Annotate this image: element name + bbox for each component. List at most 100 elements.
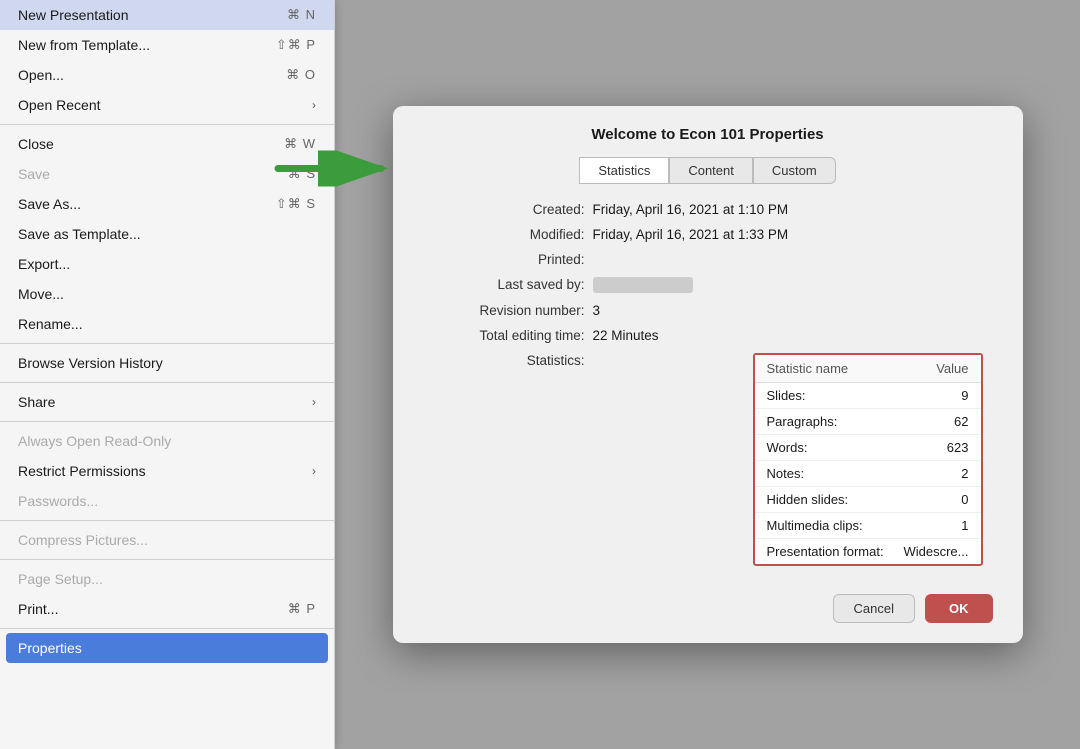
stat-name: Hidden slides:: [767, 492, 849, 507]
menu-item-label: Share: [18, 394, 55, 410]
menu-item-save-as-template[interactable]: Save as Template...: [0, 219, 334, 249]
menu-item-open[interactable]: Open... ⌘ O: [0, 60, 334, 90]
menu-item-move[interactable]: Move...: [0, 279, 334, 309]
stat-name: Notes:: [767, 466, 805, 481]
info-label: Created:: [433, 202, 593, 217]
stat-name: Multimedia clips:: [767, 518, 863, 533]
info-label: Revision number:: [433, 303, 593, 318]
info-value: [593, 277, 693, 293]
stat-value: 1: [961, 518, 968, 533]
menu-item-new-presentation[interactable]: New Presentation ⌘ N: [0, 0, 334, 30]
menu-item-browse-version-history[interactable]: Browse Version History: [0, 348, 334, 378]
properties-dialog: Welcome to Econ 101 Properties Statistic…: [393, 106, 1023, 643]
menu-item-label: Open...: [18, 67, 64, 83]
menu-item-open-recent[interactable]: Open Recent ›: [0, 90, 334, 120]
menu-item-save-as[interactable]: Save As... ⇧⌘ S: [0, 189, 334, 219]
menu-item-label: Browse Version History: [18, 355, 163, 371]
stats-table-row: Presentation format: Widescre...: [755, 539, 981, 564]
menu-item-label: New from Template...: [18, 37, 150, 53]
chevron-right-icon: ›: [312, 395, 316, 409]
menu-shortcut: ⇧⌘ S: [276, 196, 316, 212]
stat-value: 9: [961, 388, 968, 403]
menu-shortcut: ⇧⌘ P: [276, 37, 316, 53]
info-value: Friday, April 16, 2021 at 1:10 PM: [593, 202, 789, 217]
menu-item-page-setup: Page Setup...: [0, 564, 334, 594]
info-row: Printed:: [433, 252, 983, 267]
menu-item-label: Page Setup...: [18, 571, 103, 587]
menu-item-new-from-template[interactable]: New from Template... ⇧⌘ P: [0, 30, 334, 60]
menu-item-label: Save as Template...: [18, 226, 141, 242]
tab-content[interactable]: Content: [669, 157, 753, 184]
menu-item-label: Rename...: [18, 316, 83, 332]
stats-table-row: Hidden slides: 0: [755, 487, 981, 513]
dialog-buttons: Cancel OK: [393, 576, 1023, 623]
stats-col-value: Value: [936, 361, 968, 376]
stat-name: Slides:: [767, 388, 806, 403]
menu-item-passwords: Passwords...: [0, 486, 334, 516]
cancel-button[interactable]: Cancel: [833, 594, 915, 623]
info-row: Modified:Friday, April 16, 2021 at 1:33 …: [433, 227, 983, 242]
stat-value: 2: [961, 466, 968, 481]
menu-shortcut: ⌘ N: [287, 7, 316, 23]
menu-item-restrict-permissions[interactable]: Restrict Permissions ›: [0, 456, 334, 486]
menu-item-always-open-read-only: Always Open Read-Only: [0, 426, 334, 456]
menu-item-rename[interactable]: Rename...: [0, 309, 334, 339]
ok-button[interactable]: OK: [925, 594, 993, 623]
menu-item-label: Properties: [18, 640, 82, 656]
menu-item-label: Export...: [18, 256, 70, 272]
menu-item-label: Open Recent: [18, 97, 101, 113]
arrow-indicator: [273, 150, 393, 191]
info-label: Modified:: [433, 227, 593, 242]
stats-table-row: Words: 623: [755, 435, 981, 461]
stat-value: 0: [961, 492, 968, 507]
menu-item-label: New Presentation: [18, 7, 129, 23]
stat-value: 62: [954, 414, 968, 429]
info-row: Created:Friday, April 16, 2021 at 1:10 P…: [433, 202, 983, 217]
menu-item-properties[interactable]: Properties: [6, 633, 328, 663]
stat-name: Presentation format:: [767, 544, 884, 559]
stats-table-row: Notes: 2: [755, 461, 981, 487]
tab-custom[interactable]: Custom: [753, 157, 836, 184]
info-value: 22 Minutes: [593, 328, 659, 343]
info-label: Printed:: [433, 252, 593, 267]
dialog-title: Welcome to Econ 101 Properties: [393, 126, 1023, 157]
stats-table-row: Multimedia clips: 1: [755, 513, 981, 539]
statistics-table: Statistic nameValue Slides: 9 Paragraphs: 62…: [753, 353, 983, 566]
stat-value: Widescre...: [903, 544, 968, 559]
tab-statistics[interactable]: Statistics: [579, 157, 669, 184]
stat-name: Paragraphs:: [767, 414, 838, 429]
dialog-content: Created:Friday, April 16, 2021 at 1:10 P…: [393, 202, 1023, 566]
chevron-right-icon: ›: [312, 98, 316, 112]
menu-item-label: Compress Pictures...: [18, 532, 148, 548]
menu-item-share[interactable]: Share ›: [0, 387, 334, 417]
menu-item-compress-pictures: Compress Pictures...: [0, 525, 334, 555]
chevron-right-icon: ›: [312, 464, 316, 478]
menu-shortcut: ⌘ P: [288, 601, 316, 617]
info-label: Total editing time:: [433, 328, 593, 343]
stats-table-header: Statistic nameValue: [755, 355, 981, 383]
menu-item-print[interactable]: Print... ⌘ P: [0, 594, 334, 624]
menu-shortcut: ⌘ O: [286, 67, 316, 83]
menu-item-label: Restrict Permissions: [18, 463, 146, 479]
info-label: Last saved by:: [433, 277, 593, 292]
menu-item-label: Save: [18, 166, 50, 182]
menu-item-label: Passwords...: [18, 493, 98, 509]
menu-item-label: Print...: [18, 601, 58, 617]
stat-value: 623: [947, 440, 969, 455]
dialog-overlay: Welcome to Econ 101 Properties Statistic…: [335, 0, 1080, 749]
file-menu: New Presentation ⌘ N New from Template... ⇧…: [0, 0, 335, 749]
menu-item-label: Always Open Read-Only: [18, 433, 171, 449]
tab-bar: StatisticsContentCustom: [393, 157, 1023, 184]
info-row: Last saved by:: [433, 277, 983, 293]
info-value: Friday, April 16, 2021 at 1:33 PM: [593, 227, 789, 242]
info-row: Revision number:3: [433, 303, 983, 318]
statistics-row: Statistics: Statistic nameValue Slides: 9 Pa…: [433, 353, 983, 566]
stat-name: Words:: [767, 440, 808, 455]
menu-item-export[interactable]: Export...: [0, 249, 334, 279]
menu-item-label: Save As...: [18, 196, 81, 212]
menu-item-label: Move...: [18, 286, 64, 302]
stats-table-row: Paragraphs: 62: [755, 409, 981, 435]
info-row: Total editing time:22 Minutes: [433, 328, 983, 343]
info-value: 3: [593, 303, 601, 318]
statistics-label: Statistics:: [433, 353, 593, 368]
